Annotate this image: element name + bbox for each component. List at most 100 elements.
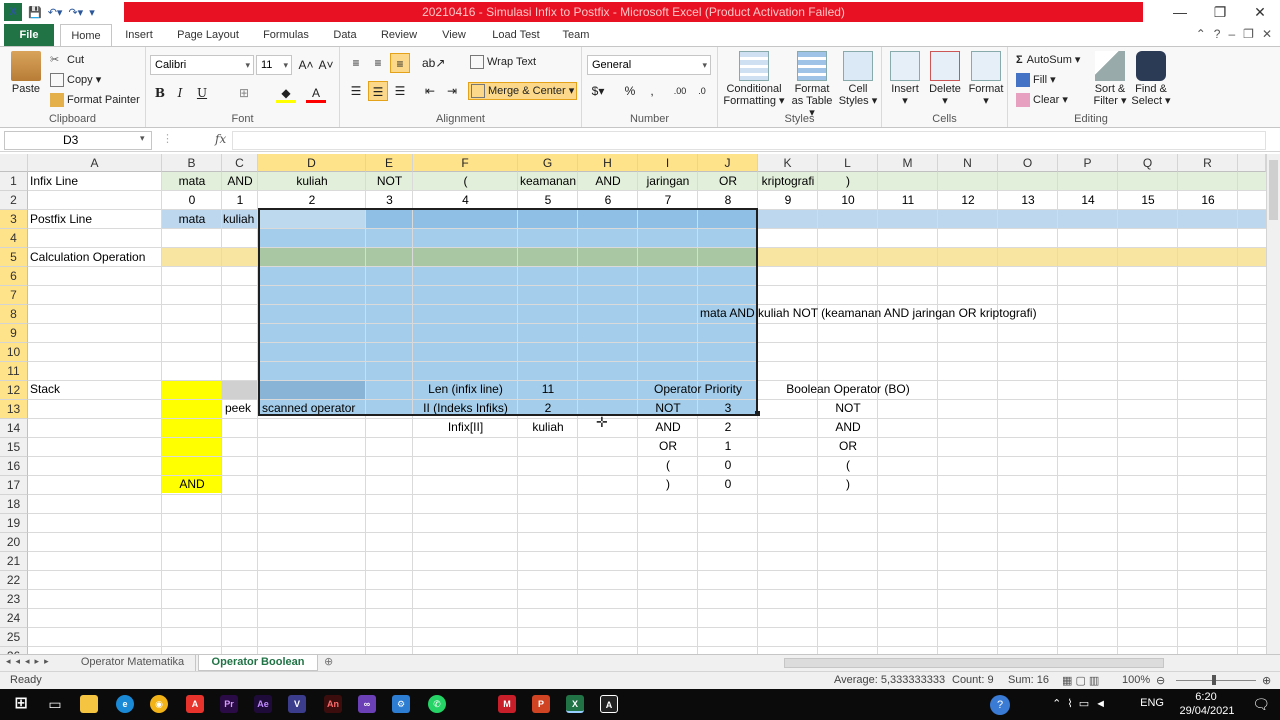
copy-button[interactable]: Copy ▾ — [50, 73, 101, 88]
cell-c3[interactable]: kuliah — [223, 210, 258, 229]
app-a-icon[interactable]: A — [600, 695, 618, 713]
cell-l17[interactable]: ) — [818, 475, 878, 494]
excel-taskbar-icon[interactable]: X — [566, 695, 584, 713]
cell-i1[interactable]: jaringan — [638, 172, 698, 191]
tab-file[interactable]: File — [4, 24, 54, 46]
cell-b2[interactable]: 0 — [162, 191, 222, 210]
format-as-table-button[interactable]: Format as Table ▾ — [788, 51, 836, 119]
wrap-text-button[interactable]: Wrap Text — [470, 55, 536, 69]
row-header-23[interactable]: 23 — [0, 590, 28, 609]
horizontal-scrollbar[interactable] — [784, 658, 1164, 668]
name-box[interactable]: D3 — [4, 131, 152, 150]
cell-j1[interactable]: OR — [698, 172, 758, 191]
zoom-slider[interactable] — [1176, 680, 1256, 681]
autosum-button[interactable]: Σ AutoSum ▾ — [1016, 53, 1080, 66]
workbook-close-icon[interactable]: ✕ — [1262, 27, 1272, 41]
cell-i14[interactable]: AND — [638, 418, 698, 437]
underline-button[interactable]: U — [192, 83, 212, 103]
tab-insert[interactable]: Insert — [116, 24, 162, 46]
row-header-3[interactable]: 3 — [0, 210, 28, 229]
fill-handle[interactable] — [755, 411, 760, 416]
workbook-restore-icon[interactable]: ❐ — [1243, 27, 1254, 41]
cell-l16[interactable]: ( — [818, 456, 878, 475]
col-header-q[interactable]: Q — [1118, 154, 1178, 172]
cell-g12[interactable]: 11 — [518, 380, 578, 399]
cell-j2[interactable]: 8 — [698, 191, 758, 210]
find-select-button[interactable]: Find & Select ▾ — [1130, 51, 1172, 107]
col-header-l[interactable]: L — [818, 154, 878, 172]
cell-g14[interactable]: kuliah — [518, 418, 578, 437]
task-view-icon[interactable]: ▭ — [46, 695, 64, 713]
row-header-16[interactable]: 16 — [0, 457, 28, 476]
format-painter-button[interactable]: Format Painter — [50, 93, 140, 107]
clock-time[interactable]: 6:20 — [1176, 691, 1236, 703]
row-header-25[interactable]: 25 — [0, 628, 28, 647]
row-header-21[interactable]: 21 — [0, 552, 28, 571]
sheet-tab-operator-boolean[interactable]: Operator Boolean — [198, 655, 318, 671]
cell-h2[interactable]: 6 — [578, 191, 638, 210]
row-header-18[interactable]: 18 — [0, 495, 28, 514]
whatsapp-icon[interactable]: ✆ — [428, 695, 446, 713]
cell-i15[interactable]: OR — [638, 437, 698, 456]
cell-k2[interactable]: 9 — [758, 191, 818, 210]
redo-icon[interactable]: ↷▾ — [68, 6, 83, 19]
app-m-icon[interactable]: M — [498, 695, 516, 713]
col-header-k[interactable]: K — [758, 154, 818, 172]
comma-button[interactable]: , — [642, 81, 662, 101]
cell-a5[interactable]: Calculation Operation — [30, 248, 145, 267]
cell-l1[interactable]: ) — [818, 172, 878, 191]
cell-h1[interactable]: AND — [578, 172, 638, 191]
help-tray-icon[interactable]: ? — [990, 695, 1010, 715]
zoom-level[interactable]: 100% — [1122, 674, 1150, 686]
cell-c2[interactable]: 1 — [222, 191, 258, 210]
row-header-24[interactable]: 24 — [0, 609, 28, 628]
grow-font-icon[interactable]: A˄ — [296, 55, 316, 75]
cut-button[interactable]: ✂ Cut — [50, 53, 84, 67]
row-header-8[interactable]: 8 — [0, 305, 28, 324]
cell-c1[interactable]: AND — [222, 172, 258, 191]
percent-button[interactable]: % — [620, 81, 640, 101]
cell-j8[interactable]: mata AND kuliah NOT (keamanan AND jaring… — [700, 304, 1037, 323]
align-right-icon[interactable]: ☰ — [390, 81, 410, 101]
fill-button[interactable]: Fill ▾ — [1016, 73, 1056, 88]
zoom-slider-thumb[interactable] — [1212, 675, 1216, 685]
cell-g13[interactable]: 2 — [518, 399, 578, 418]
shrink-font-icon[interactable]: A˅ — [316, 55, 336, 75]
decrease-indent-icon[interactable]: ⇤ — [420, 81, 440, 101]
help-icon[interactable]: ? — [1214, 27, 1221, 41]
cell-a12[interactable]: Stack — [30, 380, 60, 399]
after-effects-icon[interactable]: Ae — [254, 695, 272, 713]
col-header-p[interactable]: P — [1058, 154, 1118, 172]
cell-i12[interactable]: Operator Priority — [638, 380, 758, 399]
cell-i17[interactable]: ) — [638, 475, 698, 494]
undo-icon[interactable]: ↶▾ — [48, 6, 63, 19]
align-left-icon[interactable]: ☰ — [346, 81, 366, 101]
cell-j15[interactable]: 1 — [698, 437, 758, 456]
col-header-d[interactable]: D — [258, 154, 366, 172]
row-header-9[interactable]: 9 — [0, 324, 28, 343]
language-indicator[interactable]: ENG — [1140, 697, 1164, 709]
cell-i13[interactable]: NOT — [638, 399, 698, 418]
tab-team[interactable]: Team — [556, 24, 596, 46]
row-header-10[interactable]: 10 — [0, 343, 28, 362]
col-header-o[interactable]: O — [998, 154, 1058, 172]
row-header-17[interactable]: 17 — [0, 476, 28, 495]
increase-indent-icon[interactable]: ⇥ — [442, 81, 462, 101]
visual-studio-icon[interactable]: ∞ — [358, 695, 376, 713]
cell-f2[interactable]: 4 — [413, 191, 518, 210]
row-header-13[interactable]: 13 — [0, 400, 28, 419]
cell-k12[interactable]: Boolean Operator (BO) — [758, 380, 938, 399]
cell-e2[interactable]: 3 — [366, 191, 413, 210]
insert-button[interactable]: Insert ▾ — [886, 51, 924, 107]
insert-function-icon[interactable]: fx — [215, 132, 226, 146]
name-box-dropdown-icon[interactable]: ▾ — [140, 133, 145, 144]
col-header-i[interactable]: I — [638, 154, 698, 172]
premiere-icon[interactable]: Pr — [220, 695, 238, 713]
cell-styles-button[interactable]: Cell Styles ▾ — [838, 51, 878, 107]
col-header-n[interactable]: N — [938, 154, 998, 172]
zoom-in-icon[interactable]: ⊕ — [1262, 674, 1271, 687]
col-header-m[interactable]: M — [878, 154, 938, 172]
cell-f12[interactable]: Len (infix line) — [413, 380, 518, 399]
col-header-b[interactable]: B — [162, 154, 222, 172]
tab-view[interactable]: View — [434, 24, 474, 46]
